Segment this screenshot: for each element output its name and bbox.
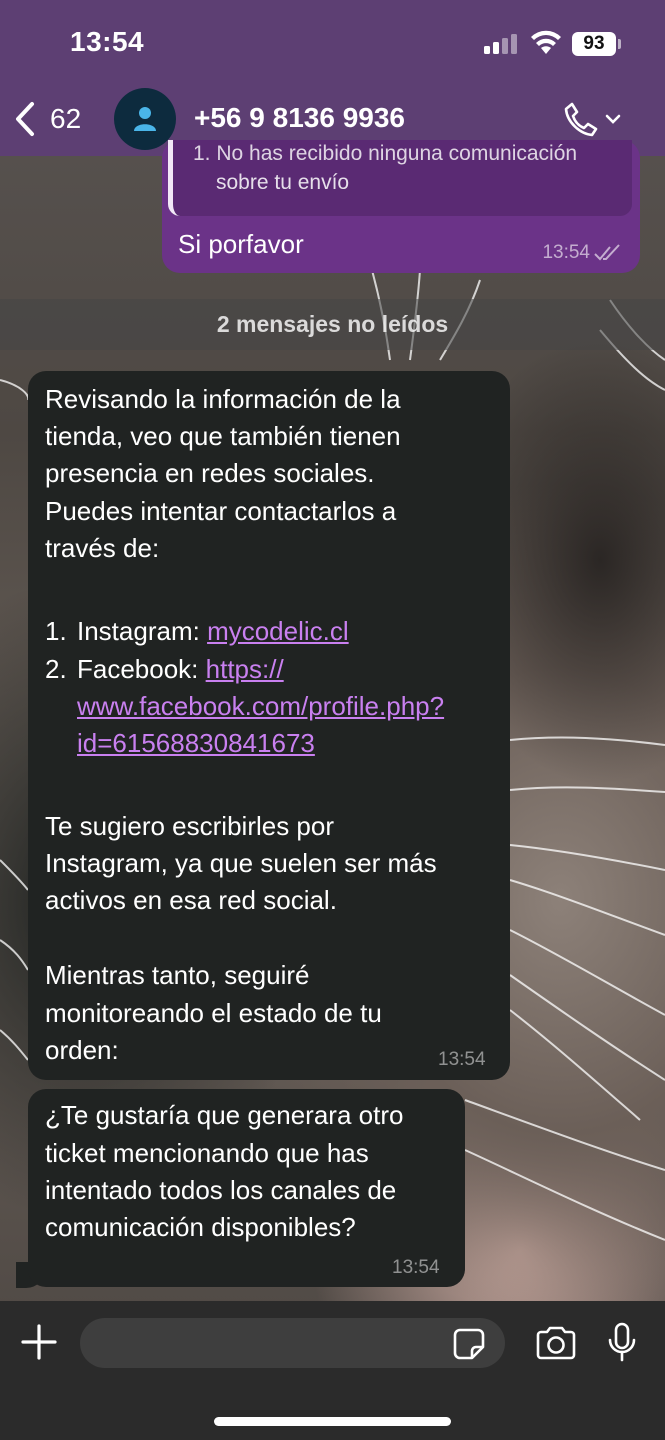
home-indicator xyxy=(214,1417,451,1426)
message-text-line: Puedes intentar contactarlos a xyxy=(45,496,397,526)
message-text-line: orden: xyxy=(45,1035,119,1065)
message-text: Si porfavor xyxy=(178,229,304,259)
instagram-link[interactable]: mycodelic.cl xyxy=(207,616,349,646)
incoming-message[interactable]: ¿Te gustaría que generara otro ticket me… xyxy=(28,1089,465,1287)
unread-messages-label: 2 mensajes no leídos xyxy=(216,311,449,337)
message-text-line: Mientras tanto, seguiré xyxy=(45,960,310,990)
message-text-line: activos en esa red social. xyxy=(45,885,337,915)
list-item-label: Facebook: xyxy=(77,654,206,684)
message-text-line: comunicación disponibles? xyxy=(45,1212,356,1242)
phone-icon xyxy=(564,102,598,137)
message-meta: 13:54 xyxy=(542,242,622,264)
message-time: 13:54 xyxy=(542,242,590,263)
message-text-line: presencia en redes sociales. xyxy=(45,458,375,488)
list-number: 2. xyxy=(45,654,67,684)
message-text-line: intentado todos los canales de xyxy=(45,1175,397,1205)
quoted-text-line: 1. No has recibido ninguna comunicación xyxy=(193,142,578,165)
facebook-link[interactable]: id=61568830841673 xyxy=(77,728,315,758)
message-input-bar xyxy=(0,1301,665,1440)
status-bar: 13:54 93 xyxy=(0,0,665,88)
back-button[interactable]: 62 xyxy=(12,94,81,144)
person-icon xyxy=(134,107,156,131)
list-item-label: Instagram: xyxy=(77,616,208,646)
avatar[interactable] xyxy=(114,88,176,150)
wifi-icon xyxy=(531,30,561,54)
unread-messages-divider: 2 mensajes no leídos xyxy=(0,299,665,350)
signal-icon xyxy=(484,34,517,54)
message-text-line: Revisando la información de la xyxy=(45,384,401,414)
chevron-down-icon xyxy=(605,114,621,124)
message-text-line: través de: xyxy=(45,533,160,563)
double-check-icon xyxy=(594,244,620,261)
message-text-line: ¿Te gustaría que generara otro xyxy=(45,1100,404,1130)
list-number: 1. xyxy=(45,616,67,646)
facebook-link[interactable]: www.facebook.com/profile.php? xyxy=(77,691,444,721)
status-time: 13:54 xyxy=(70,26,145,57)
message-text-line: tienda, veo que también tienen xyxy=(45,421,401,451)
chevron-left-icon xyxy=(16,102,34,136)
call-button[interactable] xyxy=(562,98,622,140)
battery-indicator: 93 xyxy=(572,32,616,56)
battery-tip xyxy=(618,39,621,49)
battery-level: 93 xyxy=(583,33,605,54)
camera-icon[interactable] xyxy=(534,1325,578,1361)
message-input[interactable] xyxy=(80,1318,505,1368)
message-text-line: ticket mencionando que has xyxy=(45,1138,369,1168)
quoted-message[interactable]: 1. No has recibido ninguna comunicación … xyxy=(168,140,632,216)
message-text-line: Te sugiero escribirles por xyxy=(45,811,335,841)
quoted-text-line: sobre tu envío xyxy=(216,171,350,194)
incoming-message[interactable]: Revisando la información de la tienda, v… xyxy=(28,371,510,1080)
message-time: 13:54 xyxy=(392,1257,440,1278)
unread-chats-count: 62 xyxy=(50,103,82,134)
message-time: 13:54 xyxy=(438,1049,486,1070)
microphone-icon[interactable] xyxy=(606,1322,638,1364)
message-text-line: monitoreando el estado de tu xyxy=(45,998,382,1028)
facebook-link[interactable]: https:// xyxy=(206,654,284,684)
contact-name[interactable]: +56 9 8136 9936 xyxy=(194,102,405,134)
sticker-icon[interactable] xyxy=(452,1327,486,1361)
message-text-line: Instagram, ya que suelen ser más xyxy=(45,848,437,878)
plus-icon[interactable] xyxy=(20,1323,58,1361)
outgoing-message[interactable]: 1. No has recibido ninguna comunicación … xyxy=(162,140,640,273)
